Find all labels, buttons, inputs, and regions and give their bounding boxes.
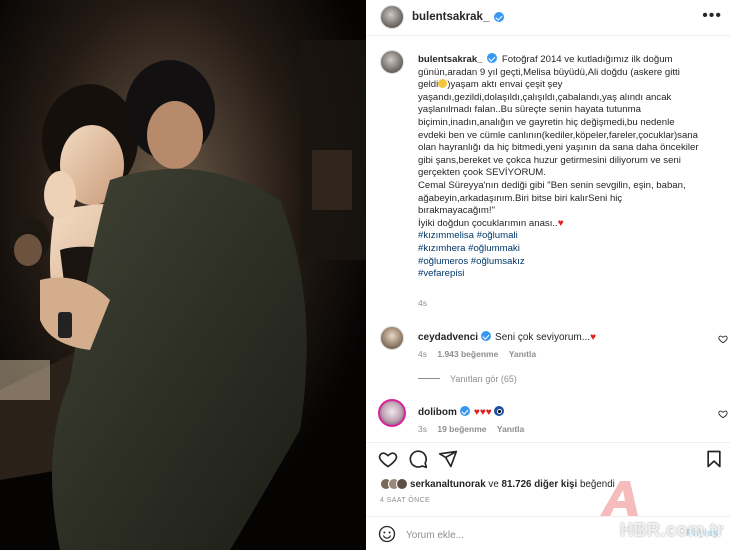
caption-line: olan hayranlığı da hiç bitmedi,yeni yaşı…	[418, 142, 699, 154]
comment-username[interactable]: dolibom	[418, 407, 457, 418]
author-username[interactable]: bulentsakrak_	[412, 11, 489, 23]
comment-bubble-icon[interactable]	[408, 449, 428, 469]
caption-line: yaşandı,gezildi,dolaşıldı,çalışıldı,çaba…	[418, 91, 672, 103]
replies-divider	[418, 378, 440, 379]
view-replies-label: Yanıtları gör (65)	[450, 374, 517, 384]
verified-badge-icon	[459, 406, 470, 416]
author-avatar[interactable]	[380, 5, 404, 29]
commenter-avatar[interactable]	[380, 326, 404, 350]
caption-verified-icon	[487, 53, 498, 63]
hashtag-line[interactable]: #kızımmelisa #oğlumali	[418, 230, 718, 243]
verified-badge-icon	[481, 331, 492, 341]
caption-line: gibi şans,bereket ve çokca huzur getirme…	[418, 154, 681, 166]
caption-line: ağabeyin,arkadaşınım.Biri bitse biri kal…	[418, 192, 623, 204]
save-bookmark-icon[interactable]	[704, 449, 724, 469]
post-photo-image	[0, 0, 366, 550]
posted-time: 4 SAAT ÖNCE	[380, 497, 431, 504]
caption-line: İyiki doğdun çocuklarımın anası..	[418, 217, 558, 229]
comment-username[interactable]: ceydadvenci	[418, 332, 478, 343]
action-bar	[366, 442, 730, 472]
caption-line-prefix: geldi	[418, 79, 439, 91]
red-heart-emoji-icon: ♥	[557, 217, 564, 229]
caption-line: Cemal Süreyya'nın dediği gibi "Ben senin…	[418, 179, 686, 191]
comment-likes[interactable]: 19 beğenme	[437, 424, 486, 434]
reply-button[interactable]: Yanıtla	[509, 349, 536, 359]
post-photo[interactable]	[0, 0, 366, 550]
comment-meta: 4s 1.943 beğenme Yanıtla	[418, 349, 544, 359]
smile-emoji-icon	[438, 79, 448, 89]
post-caption: bulentsakrak_ Fotoğraf 2014 ve kutladığı…	[418, 52, 718, 281]
liked-by-suffix: beğendi	[579, 479, 615, 490]
comment-likes[interactable]: 1.943 beğenme	[437, 349, 498, 359]
caption-line: günün,aradan 9 yıl geçti,Melisa büyüdü,A…	[418, 66, 680, 78]
comment-time: 3s	[418, 424, 427, 434]
comment-row: dolibom ♥♥♥	[418, 405, 505, 418]
comment-meta: 3s 19 beğenme Yanıtla	[418, 424, 532, 434]
commenter-avatar[interactable]	[378, 399, 406, 427]
watermark-text: HBR.com.tr	[620, 520, 725, 540]
caption-line: biçimin,inadın,analığın ve gayretin hiç …	[418, 116, 675, 128]
comment-time: 4s	[418, 349, 427, 359]
caption-line: )yaşam aktı envai çeşit şey	[447, 79, 563, 91]
liked-by-others[interactable]: 81.726 diğer kişi	[502, 479, 578, 490]
nazar-emoji-icon	[494, 406, 505, 416]
comment-input[interactable]	[406, 526, 636, 544]
caption-line: yaşlanılmadı falan..Bu süreçte senin hay…	[418, 104, 641, 116]
hashtag-line[interactable]: #oğlumeros #oğlumsakız	[418, 256, 718, 269]
comment-like-heart-icon[interactable]	[718, 409, 728, 419]
caption-line: gerçekten çook SEVİYORUM.	[418, 167, 546, 179]
reply-button[interactable]: Yanıtla	[497, 424, 524, 434]
caption-line: bırakmayacağım!"	[418, 205, 495, 217]
emoji-smiley-icon[interactable]	[378, 525, 396, 543]
caption-line: evdeki ben ve cümle canlının(kediler,köp…	[418, 129, 698, 141]
liker-username[interactable]: serkanaltunorak	[410, 479, 486, 490]
post-header: bulentsakrak_ •••	[366, 0, 730, 36]
post-side-panel: bulentsakrak_ ••• bulentsakrak_ Fotoğraf…	[366, 0, 730, 550]
like-heart-icon[interactable]	[378, 449, 398, 469]
caption-username[interactable]: bulentsakrak_	[418, 54, 483, 65]
caption-author-avatar[interactable]	[380, 50, 404, 74]
view-replies-button[interactable]: Yanıtları gör (65)	[418, 374, 517, 384]
hashtag-line[interactable]: #vefarepisi	[418, 268, 718, 281]
share-paper-plane-icon[interactable]	[438, 449, 458, 469]
comment-row: ceydadvenci Seni çok seviyorum...♥	[418, 330, 596, 343]
comment-like-heart-icon[interactable]	[718, 334, 728, 344]
red-heart-emoji-icon: ♥	[590, 332, 597, 343]
verified-badge-icon	[494, 12, 504, 22]
hashtag-line[interactable]: #kızımhera #oğlummaki	[418, 243, 718, 256]
liked-by-summary[interactable]: serkanaltunorak ve 81.726 diğer kişi beğ…	[410, 479, 615, 490]
caption-time: 4s	[418, 298, 427, 308]
liked-by-connector: ve	[488, 479, 499, 490]
comment-text: Seni çok seviyorum...	[495, 332, 591, 343]
red-heart-emoji-icon: ♥	[485, 407, 492, 418]
more-horizontal-icon[interactable]: •••	[702, 8, 722, 24]
caption-line: Fotoğraf 2014 ve kutladığımız ilk doğum	[501, 54, 673, 65]
liker-avatar	[396, 478, 408, 490]
